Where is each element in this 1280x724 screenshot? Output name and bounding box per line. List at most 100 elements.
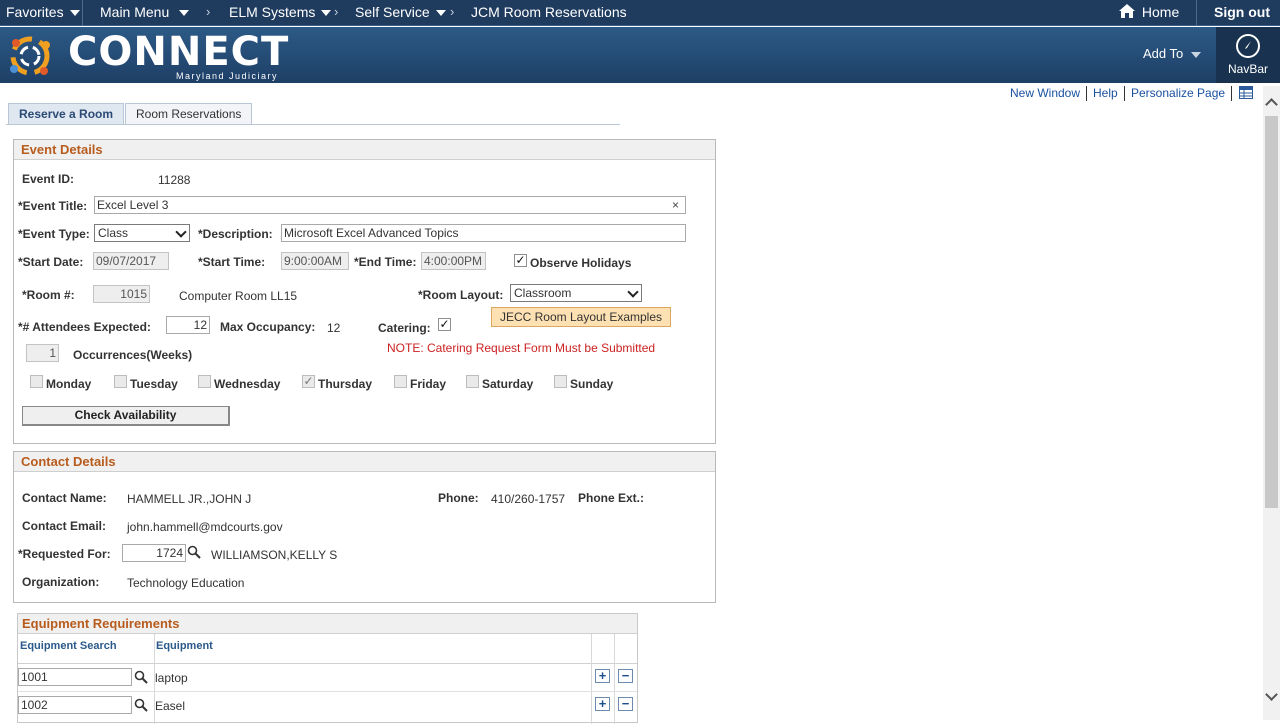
add-row-icon[interactable]: +: [595, 697, 610, 711]
breadcrumb-elm-systems[interactable]: ELM Systems: [229, 4, 332, 20]
room-layout-examples-button[interactable]: JECC Room Layout Examples: [491, 307, 671, 327]
add-row-icon[interactable]: +: [595, 669, 610, 683]
chevron-down-icon: [1191, 51, 1202, 58]
layout-grid-icon[interactable]: [1239, 86, 1253, 99]
start-time-field: 9:00:00AM: [281, 252, 349, 270]
favorites-label: Favorites: [6, 4, 64, 20]
tuesday-checkbox[interactable]: [114, 375, 127, 388]
main-menu-label: Main Menu: [100, 4, 170, 20]
chevron-down-icon: [435, 10, 446, 17]
description-input[interactable]: Microsoft Excel Advanced Topics: [281, 224, 686, 242]
add-to-menu[interactable]: Add To: [1143, 46, 1202, 61]
lookup-search-icon[interactable]: [187, 545, 201, 559]
main-menu[interactable]: Main Menu: [100, 4, 190, 20]
help-link[interactable]: Help: [1093, 86, 1118, 100]
organization-value: Technology Education: [127, 576, 245, 590]
catering-note: NOTE: Catering Request Form Must be Subm…: [387, 341, 656, 355]
breadcrumb-label: ELM Systems: [229, 4, 316, 20]
chevron-down-icon: [69, 10, 80, 17]
catering-checkbox[interactable]: ✓: [438, 318, 451, 331]
start-date-field: 09/07/2017: [93, 252, 169, 270]
check-availability-button[interactable]: Check Availability: [22, 406, 230, 426]
personalize-page-link[interactable]: Personalize Page: [1131, 86, 1225, 100]
lookup-search-icon[interactable]: [134, 670, 148, 684]
clear-icon[interactable]: ×: [672, 198, 679, 212]
home-link[interactable]: Home: [1118, 3, 1179, 20]
requested-for-label: *Requested For:: [18, 547, 111, 561]
equipment-code-input[interactable]: 1001: [18, 668, 132, 686]
friday-label: Friday: [410, 377, 447, 391]
requested-for-name: WILLIAMSON,KELLY S: [211, 548, 338, 562]
brand-title: CONNECT: [68, 29, 290, 75]
row-divider: [18, 691, 637, 692]
scroll-up-icon[interactable]: [1265, 98, 1278, 111]
saturday-checkbox[interactable]: [466, 375, 479, 388]
tab-room-reservations[interactable]: Room Reservations: [125, 103, 253, 125]
tuesday-label: Tuesday: [130, 377, 178, 391]
connect-logo: [10, 36, 50, 76]
vertical-scrollbar[interactable]: [1263, 86, 1280, 720]
event-type-value: Class: [98, 226, 129, 240]
room-layout-value: Classroom: [514, 286, 572, 300]
max-occupancy-value: 12: [327, 321, 341, 335]
room-number-label: *Room #:: [22, 288, 75, 302]
chevron-down-icon: [321, 10, 332, 17]
thursday-label: Thursday: [318, 377, 373, 391]
top-nav-bar: Favorites Main Menu › ELM Systems › Self…: [0, 0, 1280, 26]
attendees-input[interactable]: 12: [166, 316, 210, 334]
end-time-label: *End Time:: [354, 255, 417, 269]
event-title-value: Excel Level 3: [97, 198, 169, 212]
new-window-link[interactable]: New Window: [1010, 86, 1080, 100]
home-label: Home: [1141, 4, 1180, 20]
chevron-down-icon: [179, 10, 190, 17]
contact-email-label: Contact Email:: [22, 519, 107, 533]
end-time-field: 4:00:00PM: [421, 252, 486, 270]
breadcrumb-self-service[interactable]: Self Service: [355, 4, 446, 20]
lookup-search-icon[interactable]: [134, 698, 148, 712]
event-type-select[interactable]: Class: [94, 224, 190, 242]
room-layout-select[interactable]: Classroom: [510, 284, 642, 302]
navbar-button[interactable]: NavBar: [1216, 27, 1280, 83]
breadcrumb-room-reservations[interactable]: JCM Room Reservations: [471, 4, 627, 20]
observe-holidays-label: Observe Holidays: [530, 256, 632, 270]
sign-out-link[interactable]: Sign out: [1214, 4, 1270, 20]
observe-holidays-checkbox[interactable]: ✓: [514, 254, 527, 267]
monday-checkbox[interactable]: [30, 375, 43, 388]
delete-row-icon[interactable]: −: [618, 697, 633, 711]
breadcrumb-chevron-icon: ›: [450, 4, 455, 19]
contact-name-label: Contact Name:: [22, 491, 107, 505]
equipment-code-input[interactable]: 1002: [18, 696, 132, 714]
tab-reserve-a-room[interactable]: Reserve a Room: [8, 103, 125, 125]
catering-label: Catering:: [378, 321, 431, 335]
breadcrumb-label: Self Service: [355, 4, 430, 20]
event-title-input[interactable]: Excel Level 3: [94, 196, 686, 214]
delete-row-icon[interactable]: −: [618, 669, 633, 683]
max-occupancy-label: Max Occupancy:: [220, 320, 316, 334]
friday-checkbox[interactable]: [394, 375, 407, 388]
description-value: Microsoft Excel Advanced Topics: [284, 226, 459, 240]
brand-subtitle: Maryland Judiciary: [176, 71, 279, 81]
event-details-header: Event Details: [14, 140, 715, 160]
sunday-checkbox[interactable]: [554, 375, 567, 388]
tab-underline: [6, 124, 620, 125]
compass-icon: [1236, 34, 1260, 58]
nav-divider: [1196, 0, 1197, 26]
chevron-down-icon: [627, 286, 639, 298]
favorites-menu[interactable]: Favorites: [6, 4, 80, 20]
phone-ext-label: Phone Ext.:: [578, 491, 645, 505]
sunday-label: Sunday: [570, 377, 614, 391]
add-to-label: Add To: [1143, 46, 1184, 61]
start-time-label: *Start Time:: [198, 255, 266, 269]
thursday-checkbox[interactable]: ✓: [302, 375, 315, 388]
start-date-label: *Start Date:: [18, 255, 84, 269]
scrollbar-thumb[interactable]: [1265, 116, 1278, 508]
scroll-down-icon[interactable]: [1265, 688, 1278, 701]
home-icon: [1119, 4, 1135, 18]
phone-value: 410/260-1757: [491, 492, 566, 506]
wednesday-checkbox[interactable]: [198, 375, 211, 388]
occurrences-field: 1: [26, 344, 59, 362]
wednesday-label: Wednesday: [214, 377, 281, 391]
organization-label: Organization:: [22, 575, 100, 589]
requested-for-input[interactable]: 1724: [122, 544, 186, 562]
nav-divider: [82, 0, 83, 26]
